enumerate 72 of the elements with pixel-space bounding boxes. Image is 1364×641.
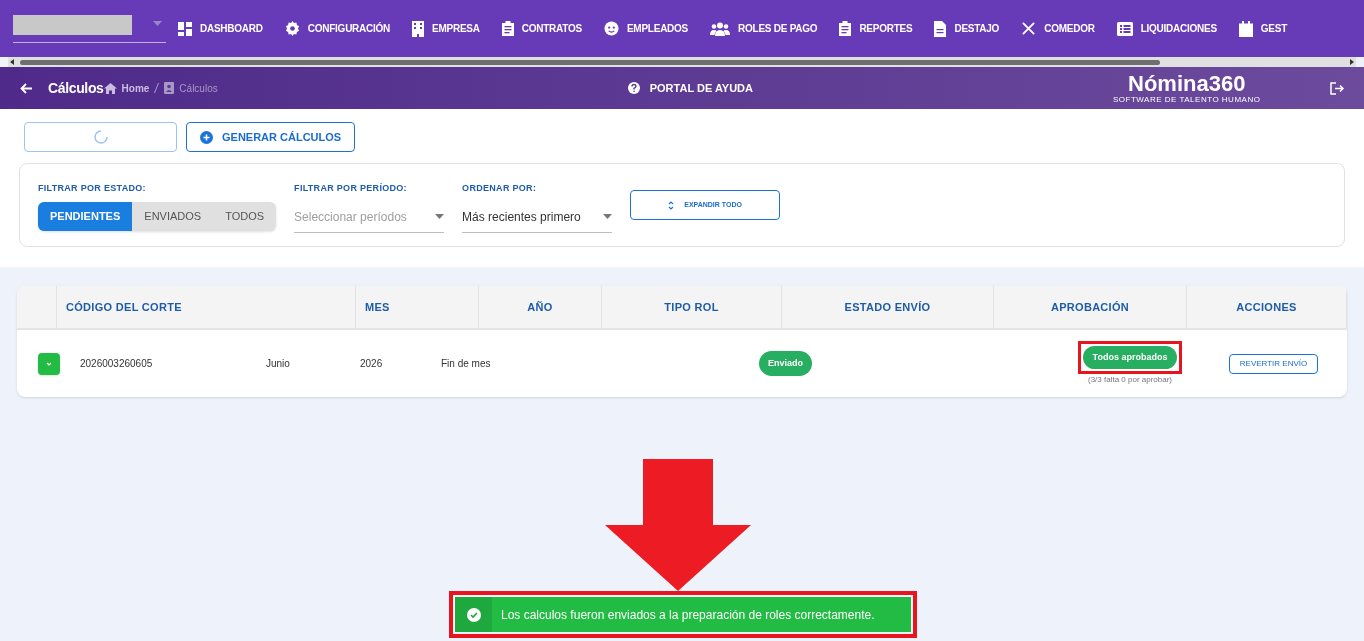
- document-icon: [934, 20, 947, 37]
- table-cell: Fin de mes: [441, 358, 491, 369]
- breadcrumb-current: Cálculos: [179, 81, 218, 96]
- home-icon: [103, 82, 117, 94]
- column-header: TIPO ROL: [664, 299, 719, 315]
- breadcrumb-separator-icon: [154, 83, 160, 93]
- status-filter-tab[interactable]: ENVIADOS: [132, 201, 214, 231]
- filter-label: FILTRAR POR ESTADO:: [38, 182, 147, 195]
- table-cell: Junio: [266, 358, 290, 369]
- list-icon: [1116, 21, 1133, 36]
- column-header: CÓDIGO DEL CORTE: [66, 299, 182, 315]
- logo-tagline: SOFTWARE DE TALENTO HUMANO: [1113, 95, 1261, 104]
- scrollbar-thumb[interactable]: [20, 59, 1160, 65]
- column-header: ACCIONES: [1236, 299, 1297, 315]
- nav-link[interactable]: CONTRATOS: [501, 21, 582, 36]
- people-icon: [710, 21, 731, 36]
- nav-link[interactable]: GEST: [1238, 20, 1288, 37]
- nav-link[interactable]: LIQUIDACIONES: [1116, 21, 1217, 36]
- column-header: APROBACIÓN: [1050, 299, 1130, 315]
- nav-link[interactable]: EMPRESA: [412, 20, 480, 37]
- back-arrow-icon: [20, 82, 32, 94]
- face-icon: [603, 21, 619, 36]
- logout-button[interactable]: [1330, 81, 1344, 95]
- caret-icon: [435, 214, 445, 219]
- scroll-right-icon: [1350, 59, 1354, 65]
- badge-icon: [164, 82, 175, 94]
- help-portal-link[interactable]: PORTAL DE AYUDA: [627, 79, 753, 97]
- nav-link[interactable]: REPORTES: [839, 21, 913, 36]
- caret-icon: [153, 20, 162, 26]
- revert-button[interactable]: REVERTIR ENVÍO: [1228, 353, 1319, 374]
- column-header: ESTADO ENVÍO: [844, 299, 931, 315]
- select-field[interactable]: Más recientes primero: [462, 201, 613, 233]
- expand-row-button[interactable]: [37, 352, 60, 375]
- nav-link[interactable]: DASHBOARD: [178, 21, 263, 36]
- back-button[interactable]: [20, 82, 32, 94]
- status-filter-tab[interactable]: PENDIENTES: [38, 201, 133, 231]
- status-badge: Enviado: [759, 350, 812, 377]
- column-header: MES: [365, 299, 390, 315]
- horizontal-scrollbar[interactable]: [8, 57, 1356, 67]
- chevron-icon: [45, 361, 52, 366]
- approval-badge: Todos aprobados: [1082, 345, 1178, 370]
- nav-link[interactable]: DESTAJO: [934, 20, 1000, 37]
- expand-icon: [668, 200, 675, 210]
- nav-link[interactable]: ROLES DE PAGO: [710, 21, 818, 36]
- plus-icon: [200, 130, 213, 144]
- table-cell: 2026: [360, 358, 383, 369]
- page-title: Cálculos: [48, 78, 104, 98]
- scroll-left-icon: [10, 59, 14, 65]
- breadcrumb-link[interactable]: Home: [121, 80, 150, 96]
- filter-label: ORDENAR POR:: [462, 182, 538, 195]
- calendar-icon: [1238, 20, 1253, 37]
- dashboard-icon: [178, 21, 192, 36]
- logout-icon: [1330, 81, 1344, 95]
- company-select[interactable]: [13, 14, 166, 43]
- nav-link[interactable]: COMEDOR: [1021, 21, 1095, 36]
- nav-link[interactable]: EMPLEADOS: [603, 21, 689, 36]
- nav-link[interactable]: CONFIGURACIÓN: [284, 21, 391, 36]
- generate-button[interactable]: GENERAR CÁLCULOS: [186, 122, 356, 152]
- caret-icon: [603, 214, 613, 219]
- help-icon: [627, 82, 640, 94]
- clipboard-icon: [501, 21, 514, 36]
- building-icon: [412, 20, 425, 37]
- logo-wordmark: Nómina360: [1128, 72, 1246, 95]
- toast-message: Los calculos fueron enviados a la preparación de roles correctamente.: [501, 606, 875, 624]
- check-circle-icon: [466, 607, 481, 622]
- approval-detail: (3/3 falta 0 por aprobar): [1087, 374, 1172, 387]
- table-cell: 2026003260605: [80, 358, 153, 369]
- column-header: AÑO: [527, 299, 553, 315]
- filter-label: FILTRAR POR PERÍODO:: [294, 182, 408, 195]
- clipboard-icon: [839, 21, 852, 36]
- settings-icon: [284, 21, 300, 36]
- status-filter-tab[interactable]: TODOS: [213, 201, 277, 231]
